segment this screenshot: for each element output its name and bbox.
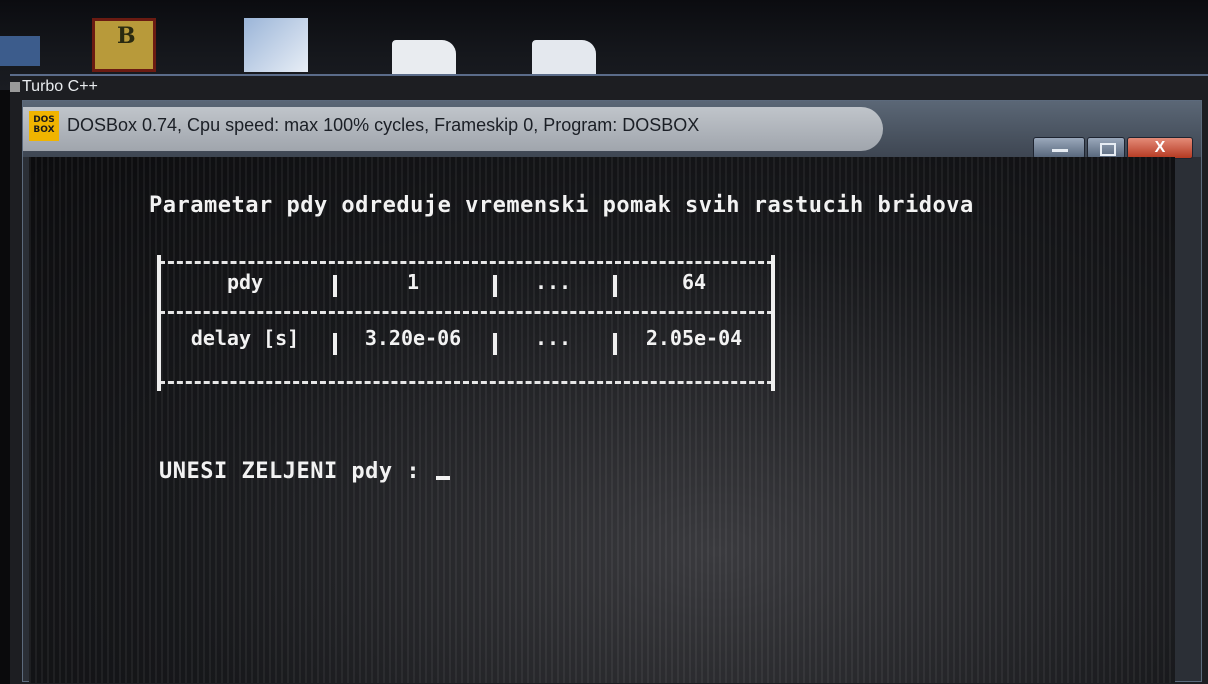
table-cell: 3.20e-06 (364, 326, 462, 350)
pdy-delay-table: pdy 1 ... 64 delay [s] 3.20e-06 ... 2.05… (157, 255, 775, 393)
dos-screen[interactable]: Parametar pdy odreduje vremenski pomak s… (29, 157, 1175, 683)
table-header-row: pdy 1 ... 64 (157, 265, 775, 299)
text-cursor (435, 476, 450, 480)
maximize-button[interactable] (1087, 137, 1125, 159)
table-border-bottom (159, 381, 773, 384)
header-cell: ... (534, 270, 572, 294)
input-prompt[interactable]: UNESI ZELJENI pdy : (159, 459, 450, 484)
dosbox-icon[interactable]: DOS BOX (29, 111, 59, 141)
table-border-top (159, 261, 773, 264)
prompt-label: UNESI ZELJENI pdy : (159, 459, 434, 484)
dosbox-titlebar[interactable]: DOS BOX DOSBox 0.74, Cpu speed: max 100% … (23, 101, 1201, 159)
image-icon[interactable] (244, 18, 308, 72)
window-title: DOSBox 0.74, Cpu speed: max 100% cycles,… (67, 115, 700, 135)
minimize-button[interactable] (1033, 137, 1085, 159)
dosbox-window: DOS BOX DOSBox 0.74, Cpu speed: max 100% … (22, 100, 1202, 683)
desktop-taskbar-fragment (0, 36, 40, 66)
turbo-cpp-icon (10, 82, 20, 92)
header-cell: 64 (681, 270, 707, 294)
table-cell: delay [s] (190, 326, 300, 350)
header-cell: 1 (406, 270, 420, 294)
table-cell: ... (534, 326, 572, 350)
header-cell: pdy (226, 270, 264, 294)
parameter-heading: Parametar pdy odreduje vremenski pomak s… (149, 193, 974, 218)
close-button[interactable]: X (1127, 137, 1193, 159)
turbo-cpp-title[interactable]: Turbo C++ (22, 78, 98, 96)
table-separator (159, 311, 773, 314)
table-cell: 2.05e-04 (645, 326, 743, 350)
game-icon[interactable] (92, 18, 156, 72)
table-row: delay [s] 3.20e-06 ... 2.05e-04 (157, 321, 775, 355)
